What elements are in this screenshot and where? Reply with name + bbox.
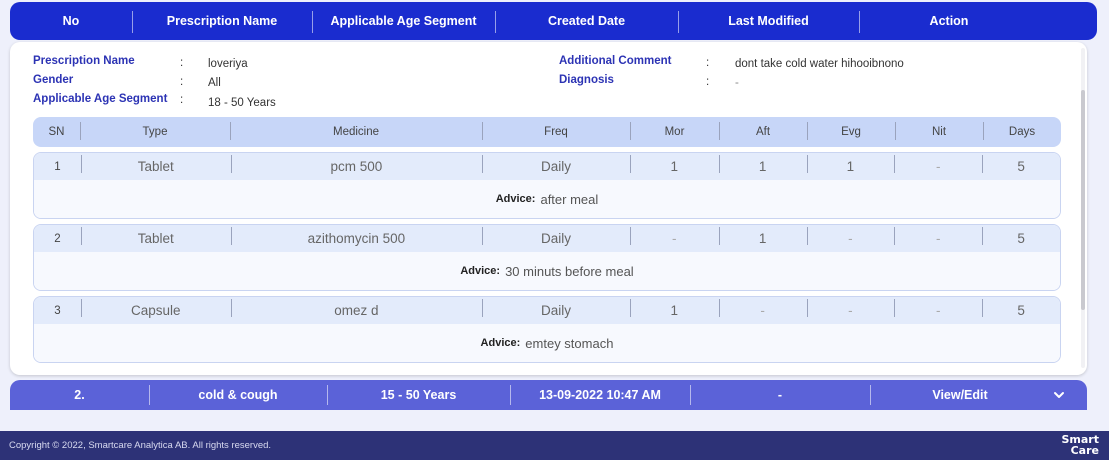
row-prescription-name: cold & cough bbox=[149, 385, 327, 405]
advice-label: Advice: bbox=[460, 265, 501, 277]
smartcare-logo: Smart Care bbox=[1062, 434, 1100, 456]
advice-text: emtey stomach bbox=[525, 335, 614, 351]
cell-medicine: pcm 500 bbox=[230, 155, 483, 174]
comment-field: Additional Comment : dont take cold wate… bbox=[559, 55, 1009, 70]
cell-freq: Daily bbox=[482, 299, 630, 318]
col-type: Type bbox=[80, 122, 230, 140]
header-no: No bbox=[62, 14, 80, 28]
cell-sn: 2 bbox=[54, 232, 61, 245]
footer: Copyright © 2022, Smartcare Analytica AB… bbox=[0, 431, 1109, 460]
cell-evg: 1 bbox=[806, 155, 895, 174]
row-age-segment: 15 - 50 Years bbox=[327, 385, 510, 405]
header-age-segment: Applicable Age Segment bbox=[312, 11, 495, 33]
prescription-name-value: loveriya bbox=[208, 58, 248, 70]
col-aft: Aft bbox=[719, 122, 807, 140]
diagnosis-label: Diagnosis bbox=[559, 74, 614, 86]
copyright-text: Copyright © 2022, Smartcare Analytica AB… bbox=[9, 440, 272, 451]
cell-days: 5 bbox=[982, 155, 1060, 174]
gender-field: Gender : All bbox=[33, 74, 333, 89]
colon: : bbox=[706, 57, 710, 69]
advice-line: Advice: after meal bbox=[34, 180, 1060, 218]
col-evg: Evg bbox=[807, 122, 895, 140]
prescription-row-collapsed[interactable]: 2. cold & cough 15 - 50 Years 13-09-2022… bbox=[10, 380, 1087, 410]
age-segment-value: 18 - 50 Years bbox=[208, 97, 276, 109]
medicine-row: 2 Tablet azithomycin 500 Daily - 1 - - 5… bbox=[33, 224, 1061, 291]
col-days: Days bbox=[983, 122, 1061, 140]
prescription-name-field: Prescription Name : loveriya bbox=[33, 55, 333, 70]
cell-days: 5 bbox=[982, 299, 1060, 318]
col-nit: Nit bbox=[895, 122, 983, 140]
col-medicine: Medicine bbox=[230, 122, 482, 140]
colon: : bbox=[706, 76, 710, 88]
colon: : bbox=[180, 94, 184, 106]
cell-nit: - bbox=[894, 155, 982, 174]
col-sn: SN bbox=[48, 126, 65, 138]
medicine-row: 3 Capsule omez d Daily 1 - - - 5 Advice:… bbox=[33, 296, 1061, 363]
diagnosis-value: - bbox=[735, 77, 739, 89]
colon: : bbox=[180, 76, 184, 88]
colon: : bbox=[180, 57, 184, 69]
cell-type: Tablet bbox=[80, 155, 231, 174]
scrollbar-thumb[interactable] bbox=[1081, 90, 1085, 310]
diagnosis-field: Diagnosis : - bbox=[559, 74, 1009, 89]
chevron-down-icon[interactable] bbox=[1053, 389, 1065, 401]
cell-type: Tablet bbox=[80, 227, 231, 246]
cell-days: 5 bbox=[982, 227, 1060, 246]
cell-nit: - bbox=[894, 227, 982, 246]
cell-nit: - bbox=[894, 299, 982, 318]
age-segment-field: Applicable Age Segment : 18 - 50 Years bbox=[33, 93, 333, 109]
cell-type: Capsule bbox=[80, 299, 231, 318]
prescription-detail-card: Prescription Name : loveriya Gender : Al… bbox=[10, 42, 1087, 375]
cell-aft: 1 bbox=[718, 155, 807, 174]
col-freq: Freq bbox=[482, 122, 630, 140]
header-last-modified: Last Modified bbox=[678, 11, 859, 33]
advice-line: Advice: emtey stomach bbox=[34, 324, 1060, 362]
header-action: Action bbox=[859, 11, 1039, 33]
cell-freq: Daily bbox=[482, 155, 630, 174]
row-created-date: 13-09-2022 10:47 AM bbox=[510, 385, 690, 405]
logo-line-2: Care bbox=[1070, 444, 1099, 457]
cell-evg: - bbox=[806, 299, 895, 318]
medicine-row: 1 Tablet pcm 500 Daily 1 1 1 - 5 Advice:… bbox=[33, 152, 1061, 219]
cell-aft: 1 bbox=[718, 227, 807, 246]
gender-label: Gender bbox=[33, 74, 74, 86]
cell-sn: 1 bbox=[54, 160, 61, 173]
advice-line: Advice: 30 minuts before meal bbox=[34, 252, 1060, 290]
cell-aft: - bbox=[718, 299, 807, 318]
cell-medicine: omez d bbox=[230, 299, 483, 318]
cell-freq: Daily bbox=[482, 227, 630, 246]
row-no: 2. bbox=[74, 388, 85, 402]
prescription-name-label: Prescription Name bbox=[33, 55, 135, 67]
header-created-date: Created Date bbox=[495, 11, 678, 33]
comment-value: dont take cold water hihooibnono bbox=[735, 58, 904, 70]
cell-mor: - bbox=[629, 227, 719, 246]
advice-text: 30 minuts before meal bbox=[505, 263, 634, 279]
row-last-modified: - bbox=[690, 385, 870, 405]
header-prescription-name: Prescription Name bbox=[132, 11, 312, 33]
gender-value: All bbox=[208, 77, 221, 89]
table-header: No Prescription Name Applicable Age Segm… bbox=[10, 2, 1097, 40]
advice-label: Advice: bbox=[495, 193, 536, 205]
col-mor: Mor bbox=[630, 122, 719, 140]
cell-sn: 3 bbox=[54, 304, 61, 317]
cell-evg: - bbox=[806, 227, 895, 246]
cell-mor: 1 bbox=[629, 299, 719, 318]
view-edit-link[interactable]: View/Edit bbox=[870, 385, 1050, 405]
medicine-table-header: SN Type Medicine Freq Mor Aft Evg Nit Da… bbox=[33, 117, 1061, 147]
cell-medicine: azithomycin 500 bbox=[230, 227, 483, 246]
cell-mor: 1 bbox=[629, 155, 719, 174]
comment-label: Additional Comment bbox=[559, 55, 672, 67]
age-segment-label: Applicable Age Segment bbox=[33, 93, 168, 105]
advice-text: after meal bbox=[540, 191, 599, 207]
advice-label: Advice: bbox=[480, 337, 521, 349]
